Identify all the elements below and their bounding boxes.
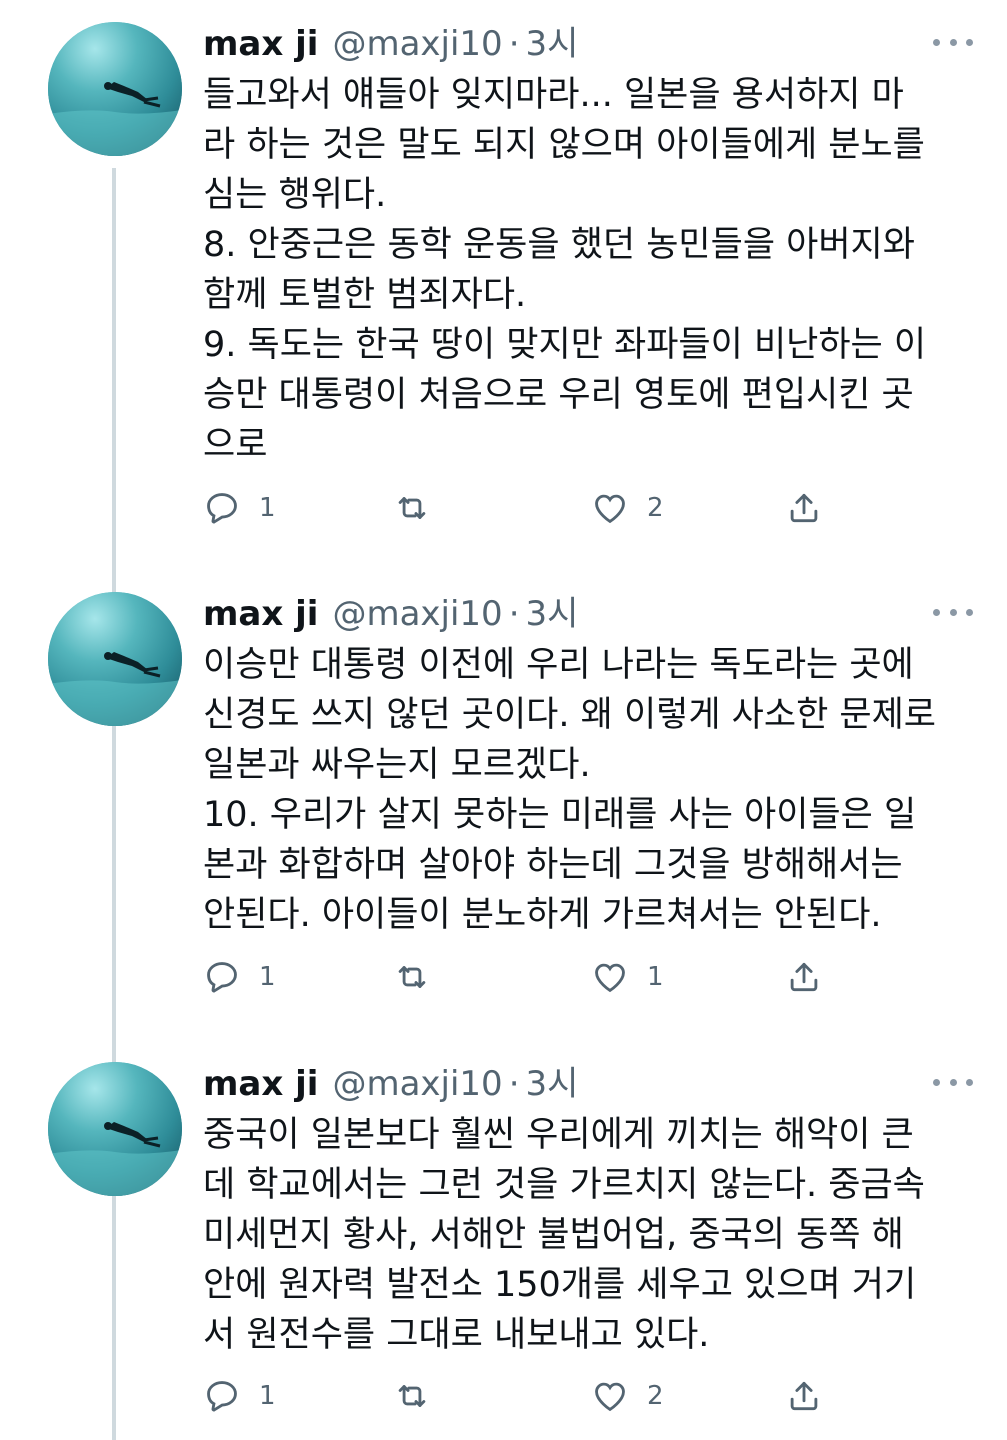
tweet-text-line: 들고와서 얘들아 잊지마라... 일본을 용서하지 마 xyxy=(203,75,904,115)
more-dots-icon[interactable] xyxy=(933,602,973,622)
display-name[interactable]: max ji xyxy=(203,592,318,636)
separator-dot: · xyxy=(508,24,520,64)
share-icon xyxy=(785,1377,823,1415)
reply-button[interactable]: 1 xyxy=(203,957,276,997)
reply-icon xyxy=(203,489,241,527)
tweet-header: max ji @maxji10 · 3시 xyxy=(203,22,578,66)
tweet-actions: 12 xyxy=(203,1376,843,1416)
reply-icon xyxy=(203,958,241,996)
retweet-button[interactable] xyxy=(393,488,449,528)
tweet-text-line: 10. 우리가 살지 못하는 미래를 사는 아이들은 일 xyxy=(203,795,917,835)
retweet-button[interactable] xyxy=(393,957,449,997)
retweet-icon xyxy=(393,1377,431,1415)
tweet-header: max ji @maxji10 · 3시 xyxy=(203,592,578,636)
tweet-text-line: 데 학교에서는 그런 것을 가르치지 않는다. 중금속 xyxy=(203,1165,925,1205)
share-icon xyxy=(785,958,823,996)
user-handle[interactable]: @maxji10 xyxy=(332,592,502,636)
tweet-text-line: 안에 원자력 발전소 150개를 세우고 있으며 거기 xyxy=(203,1265,917,1305)
separator-dot: · xyxy=(508,594,520,634)
user-handle[interactable]: @maxji10 xyxy=(332,22,502,66)
tweet-text-line: 9. 독도는 한국 땅이 맞지만 좌파들이 비난하는 이 xyxy=(203,325,927,365)
tweet[interactable]: max ji @maxji10 · 3시 중국이 일본보다 훨씬 우리에게 끼치는 해악… xyxy=(0,1040,1007,1440)
tweet-text-line: 이승만 대통령 이전에 우리 나라는 독도라는 곳에 xyxy=(203,645,914,685)
heart-icon xyxy=(591,489,629,527)
timestamp[interactable]: 3시 xyxy=(526,592,579,636)
tweet-text-line: 신경도 쓰지 않던 곳이다. 왜 이렇게 사소한 문제로 xyxy=(203,695,937,735)
reply-button[interactable]: 1 xyxy=(203,488,276,528)
separator-dot: · xyxy=(508,1064,520,1104)
display-name[interactable]: max ji xyxy=(203,1062,318,1106)
reply-button[interactable]: 1 xyxy=(203,1376,276,1416)
tweet-text-line: 함께 토벌한 범죄자다. xyxy=(203,275,527,315)
share-button[interactable] xyxy=(785,488,823,528)
tweet[interactable]: max ji @maxji10 · 3시 들고와서 얘들아 잊지마라... 일본을 용서… xyxy=(0,0,1007,560)
tweet-text: 중국이 일본보다 훨씬 우리에게 끼치는 해악이 큰데 학교에서는 그런 것을 … xyxy=(203,1110,963,1360)
retweet-button[interactable] xyxy=(393,1376,449,1416)
reply-count: 1 xyxy=(259,962,276,992)
heart-icon xyxy=(591,1377,629,1415)
reply-count: 1 xyxy=(259,493,276,523)
share-icon xyxy=(785,489,823,527)
like-button[interactable]: 2 xyxy=(591,1376,664,1416)
more-dots-icon[interactable] xyxy=(933,32,973,52)
tweet-text-line: 안된다. 아이들이 분노하게 가르쳐서는 안된다. xyxy=(203,895,882,935)
tweet-text-line: 승만 대통령이 처음으로 우리 영토에 편입시킨 곳 xyxy=(203,375,914,415)
tweet-text: 이승만 대통령 이전에 우리 나라는 독도라는 곳에신경도 쓰지 않던 곳이다.… xyxy=(203,640,963,940)
like-button[interactable]: 1 xyxy=(591,957,664,997)
more-dots-icon[interactable] xyxy=(933,1072,973,1092)
retweet-icon xyxy=(393,958,431,996)
heart-icon xyxy=(591,958,629,996)
share-button[interactable] xyxy=(785,957,823,997)
user-handle[interactable]: @maxji10 xyxy=(332,1062,502,1106)
tweet-header: max ji @maxji10 · 3시 xyxy=(203,1062,578,1106)
tweet-text-line: 심는 행위다. xyxy=(203,175,387,215)
tweet-text-line: 서 원전수를 그대로 내보내고 있다. xyxy=(203,1315,710,1355)
tweet-text-line: 8. 안중근은 동학 운동을 했던 농민들을 아버지와 xyxy=(203,225,915,265)
avatar[interactable] xyxy=(48,592,182,726)
reply-icon xyxy=(203,1377,241,1415)
tweet-actions: 12 xyxy=(203,488,843,528)
tweet-text-line: 으로 xyxy=(203,425,268,465)
display-name[interactable]: max ji xyxy=(203,22,318,66)
share-button[interactable] xyxy=(785,1376,823,1416)
tweet-text-line: 미세먼지 황사, 서해안 불법어업, 중국의 동쪽 해 xyxy=(203,1215,904,1255)
tweet-actions: 11 xyxy=(203,957,843,997)
like-count: 2 xyxy=(647,1381,664,1411)
timestamp[interactable]: 3시 xyxy=(526,1062,579,1106)
avatar[interactable] xyxy=(48,22,182,156)
avatar[interactable] xyxy=(48,1062,182,1196)
tweet-text-line: 라 하는 것은 말도 되지 않으며 아이들에게 분노를 xyxy=(203,125,925,165)
tweet-text-line: 중국이 일본보다 훨씬 우리에게 끼치는 해악이 큰 xyxy=(203,1115,914,1155)
retweet-icon xyxy=(393,489,431,527)
tweet[interactable]: max ji @maxji10 · 3시 이승만 대통령 이전에 우리 나라는 독도라는… xyxy=(0,570,1007,1040)
tweet-text-line: 본과 화합하며 살아야 하는데 그것을 방해해서는 xyxy=(203,845,903,885)
like-count: 1 xyxy=(647,962,664,992)
reply-count: 1 xyxy=(259,1381,276,1411)
tweet-text-line: 일본과 싸우는지 모르겠다. xyxy=(203,745,591,785)
timestamp[interactable]: 3시 xyxy=(526,22,579,66)
like-button[interactable]: 2 xyxy=(591,488,664,528)
tweet-text: 들고와서 얘들아 잊지마라... 일본을 용서하지 마라 하는 것은 말도 되지… xyxy=(203,70,963,470)
like-count: 2 xyxy=(647,493,664,523)
